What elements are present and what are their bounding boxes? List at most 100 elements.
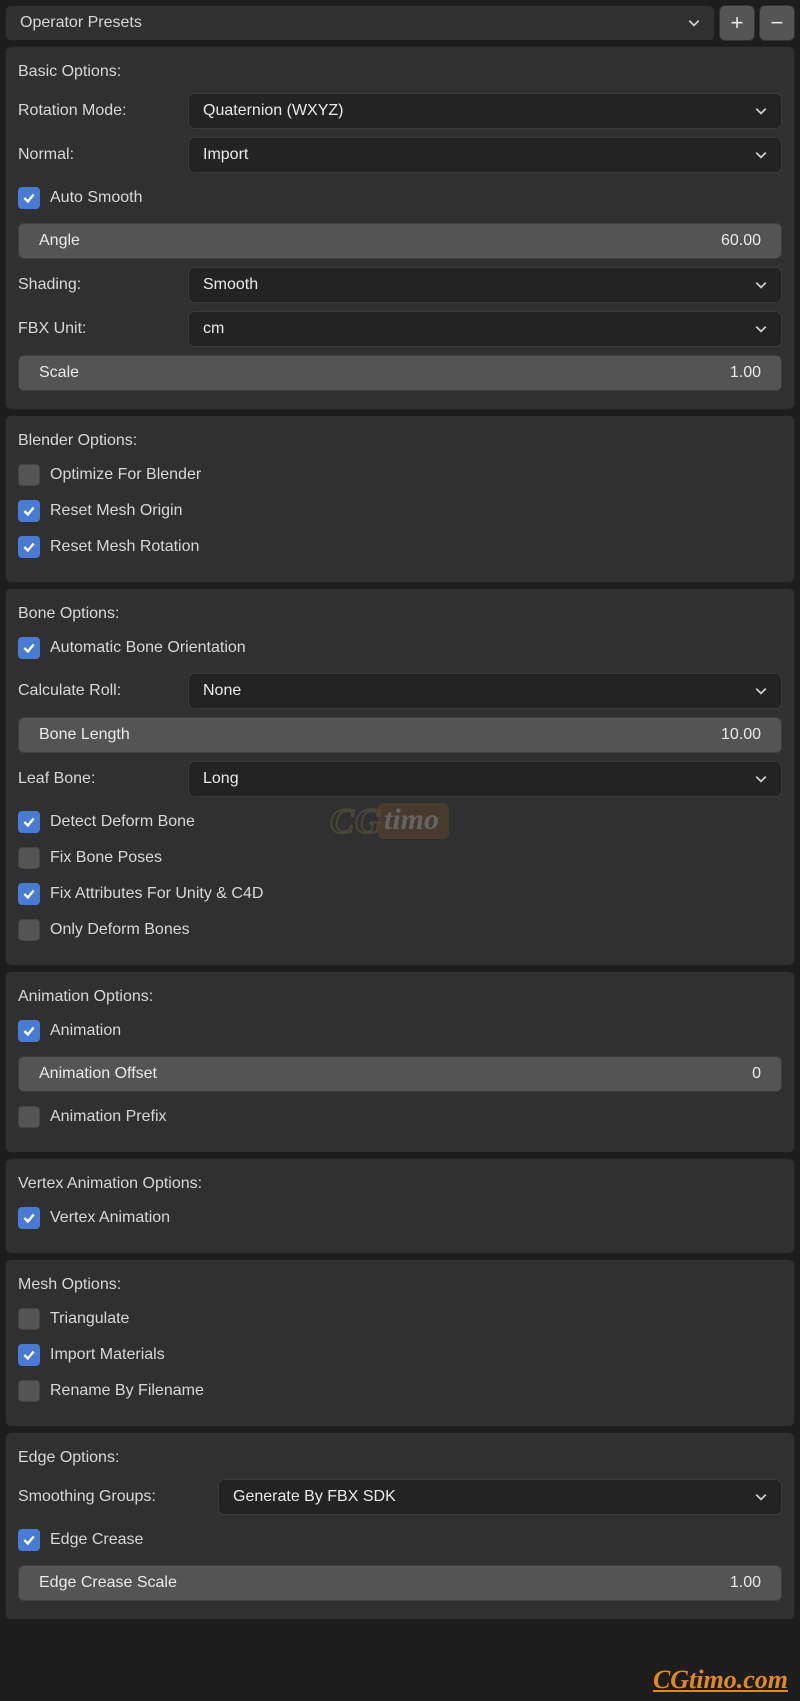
select-value: Import <box>203 146 248 164</box>
reset-mesh-rotation-checkbox[interactable]: Reset Mesh Rotation <box>18 536 782 558</box>
only-deform-bones-checkbox[interactable]: Only Deform Bones <box>18 919 782 941</box>
watermark-url: CGtimo.com <box>653 1665 788 1695</box>
check-icon <box>18 536 40 558</box>
checkbox-label: Reset Mesh Rotation <box>50 538 199 556</box>
checkbox-icon <box>18 1106 40 1128</box>
checkbox-label: Optimize For Blender <box>50 466 201 484</box>
leaf-bone-label: Leaf Bone: <box>18 770 178 788</box>
basic-options-panel: Basic Options: Rotation Mode: Quaternion… <box>5 46 795 410</box>
select-value: Quaternion (WXYZ) <box>203 102 343 120</box>
chevron-down-icon <box>755 1491 767 1503</box>
detect-deform-bone-checkbox[interactable]: Detect Deform Bone <box>18 811 782 833</box>
field-label: Bone Length <box>39 726 721 744</box>
check-icon <box>18 637 40 659</box>
chevron-down-icon <box>755 773 767 785</box>
checkbox-icon <box>18 847 40 869</box>
auto-bone-orientation-checkbox[interactable]: Automatic Bone Orientation <box>18 637 782 659</box>
field-value: 1.00 <box>730 1574 761 1592</box>
edge-crease-scale-field[interactable]: Edge Crease Scale 1.00 <box>18 1565 782 1601</box>
select-value: Smooth <box>203 276 258 294</box>
chevron-down-icon <box>688 17 700 29</box>
fix-bone-poses-checkbox[interactable]: Fix Bone Poses <box>18 847 782 869</box>
mesh-options-panel: Mesh Options: Triangulate Import Materia… <box>5 1259 795 1427</box>
checkbox-label: Only Deform Bones <box>50 921 190 939</box>
checkbox-label: Auto Smooth <box>50 189 143 207</box>
checkbox-icon <box>18 1308 40 1330</box>
reset-mesh-origin-checkbox[interactable]: Reset Mesh Origin <box>18 500 782 522</box>
checkbox-label: Automatic Bone Orientation <box>50 639 246 657</box>
check-icon <box>18 1020 40 1042</box>
field-value: 10.00 <box>721 726 761 744</box>
edge-crease-checkbox[interactable]: Edge Crease <box>18 1529 782 1551</box>
checkbox-label: Fix Bone Poses <box>50 849 162 867</box>
normal-label: Normal: <box>18 146 178 164</box>
leaf-bone-select[interactable]: Long <box>188 761 782 797</box>
chevron-down-icon <box>755 149 767 161</box>
check-icon <box>18 500 40 522</box>
checkbox-icon <box>18 1380 40 1402</box>
check-icon <box>18 187 40 209</box>
checkbox-label: Triangulate <box>50 1310 129 1328</box>
check-icon <box>18 883 40 905</box>
fix-attributes-checkbox[interactable]: Fix Attributes For Unity & C4D <box>18 883 782 905</box>
section-title: Mesh Options: <box>18 1276 782 1294</box>
bone-length-field[interactable]: Bone Length 10.00 <box>18 717 782 753</box>
section-title: Blender Options: <box>18 432 782 450</box>
chevron-down-icon <box>755 279 767 291</box>
checkbox-icon <box>18 919 40 941</box>
section-title: Basic Options: <box>18 63 782 81</box>
vertex-animation-checkbox[interactable]: Vertex Animation <box>18 1207 782 1229</box>
shading-select[interactable]: Smooth <box>188 267 782 303</box>
field-value: 1.00 <box>730 364 761 382</box>
check-icon <box>18 1529 40 1551</box>
operator-presets-label: Operator Presets <box>20 14 142 32</box>
section-title: Vertex Animation Options: <box>18 1175 782 1193</box>
import-materials-checkbox[interactable]: Import Materials <box>18 1344 782 1366</box>
field-label: Animation Offset <box>39 1065 752 1083</box>
animation-prefix-checkbox[interactable]: Animation Prefix <box>18 1106 782 1128</box>
chevron-down-icon <box>755 685 767 697</box>
field-value: 60.00 <box>721 232 761 250</box>
calculate-roll-label: Calculate Roll: <box>18 682 178 700</box>
fbx-unit-select[interactable]: cm <box>188 311 782 347</box>
checkbox-label: Fix Attributes For Unity & C4D <box>50 885 263 903</box>
checkbox-label: Detect Deform Bone <box>50 813 195 831</box>
field-label: Scale <box>39 364 730 382</box>
field-value: 0 <box>752 1065 761 1083</box>
triangulate-checkbox[interactable]: Triangulate <box>18 1308 782 1330</box>
scale-field[interactable]: Scale 1.00 <box>18 355 782 391</box>
calculate-roll-select[interactable]: None <box>188 673 782 709</box>
checkbox-label: Rename By Filename <box>50 1382 204 1400</box>
section-title: Edge Options: <box>18 1449 782 1467</box>
smoothing-groups-select[interactable]: Generate By FBX SDK <box>218 1479 782 1515</box>
preset-remove-button[interactable]: − <box>759 5 795 41</box>
checkbox-icon <box>18 464 40 486</box>
checkbox-label: Animation Prefix <box>50 1108 167 1126</box>
checkbox-label: Vertex Animation <box>50 1209 170 1227</box>
animation-options-panel: Animation Options: Animation Animation O… <box>5 971 795 1153</box>
rename-by-filename-checkbox[interactable]: Rename By Filename <box>18 1380 782 1402</box>
fbx-unit-label: FBX Unit: <box>18 320 178 338</box>
operator-presets-select[interactable]: Operator Presets <box>5 5 715 41</box>
auto-smooth-checkbox[interactable]: Auto Smooth <box>18 187 782 209</box>
optimize-for-blender-checkbox[interactable]: Optimize For Blender <box>18 464 782 486</box>
check-icon <box>18 811 40 833</box>
rotation-mode-select[interactable]: Quaternion (WXYZ) <box>188 93 782 129</box>
animation-offset-field[interactable]: Animation Offset 0 <box>18 1056 782 1092</box>
vertex-animation-options-panel: Vertex Animation Options: Vertex Animati… <box>5 1158 795 1254</box>
field-label: Angle <box>39 232 721 250</box>
check-icon <box>18 1207 40 1229</box>
animation-checkbox[interactable]: Animation <box>18 1020 782 1042</box>
select-value: Generate By FBX SDK <box>233 1488 396 1506</box>
select-value: None <box>203 682 241 700</box>
angle-field[interactable]: Angle 60.00 <box>18 223 782 259</box>
checkbox-label: Reset Mesh Origin <box>50 502 183 520</box>
section-title: Bone Options: <box>18 605 782 623</box>
preset-add-button[interactable]: + <box>719 5 755 41</box>
checkbox-label: Edge Crease <box>50 1531 143 1549</box>
blender-options-panel: Blender Options: Optimize For Blender Re… <box>5 415 795 583</box>
check-icon <box>18 1344 40 1366</box>
chevron-down-icon <box>755 105 767 117</box>
normal-select[interactable]: Import <box>188 137 782 173</box>
bone-options-panel: Bone Options: Automatic Bone Orientation… <box>5 588 795 966</box>
